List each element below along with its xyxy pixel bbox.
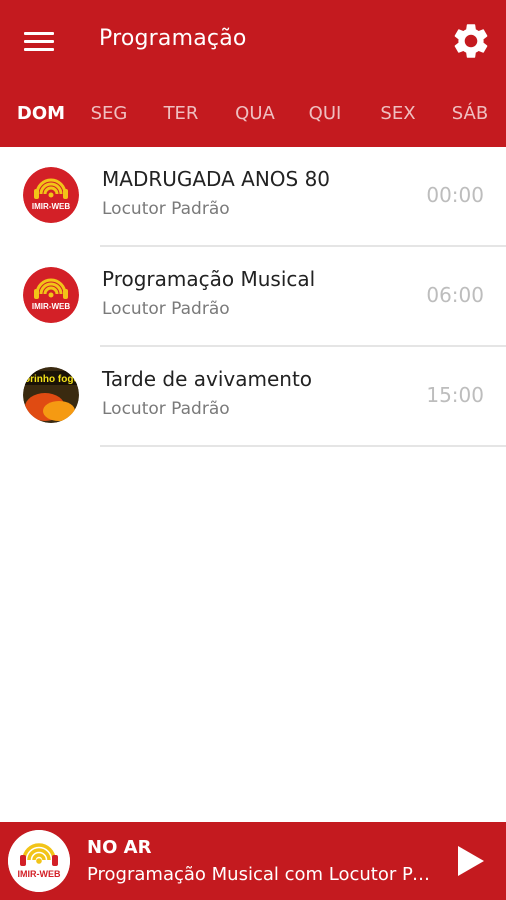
divider bbox=[100, 445, 506, 447]
program-title: Tarde de avivamento bbox=[102, 367, 313, 391]
program-host: Locutor Padrão bbox=[102, 299, 230, 319]
app-screen: Programação DOM SEG TER QUA QUI SEX SÁB bbox=[0, 0, 506, 900]
program-title: MADRUGADA ANOS 80 bbox=[102, 167, 331, 191]
program-host: Locutor Padrão bbox=[102, 399, 230, 419]
program-title: Programação Musical bbox=[102, 267, 316, 291]
page-title: Programação bbox=[99, 26, 247, 51]
list-item[interactable]: corinho fogo Tarde de avivamento Locutor… bbox=[0, 347, 506, 447]
play-icon[interactable] bbox=[452, 842, 488, 880]
tab-ter[interactable]: TER bbox=[164, 90, 199, 138]
now-playing-text: Programação Musical com Locutor Padrão bbox=[87, 864, 432, 885]
tab-seg[interactable]: SEG bbox=[91, 90, 128, 138]
svg-text:IMIR-WEB: IMIR-WEB bbox=[18, 869, 61, 879]
radio-logo-avatar: IMIR-WEB bbox=[23, 267, 79, 323]
tab-sab[interactable]: SÁB bbox=[452, 90, 488, 138]
svg-text:corinho fogo: corinho fogo bbox=[23, 374, 79, 385]
tab-sex[interactable]: SEX bbox=[380, 90, 415, 138]
svg-text:IMIR-WEB: IMIR-WEB bbox=[32, 302, 70, 311]
tab-dom[interactable]: DOM bbox=[17, 90, 65, 138]
now-playing-bar[interactable]: IMIR-WEB NO AR Programação Musical com L… bbox=[0, 822, 506, 900]
program-image-avatar: corinho fogo bbox=[23, 367, 79, 423]
tab-qui[interactable]: QUI bbox=[309, 90, 342, 138]
program-time: 15:00 bbox=[426, 383, 484, 407]
radio-logo-avatar: IMIR-WEB bbox=[23, 167, 79, 223]
radio-logo-avatar: IMIR-WEB bbox=[8, 830, 70, 892]
list-item[interactable]: IMIR-WEB MADRUGADA ANOS 80 Locutor Padrã… bbox=[0, 147, 506, 247]
menu-icon[interactable] bbox=[22, 28, 58, 56]
tab-qua[interactable]: QUA bbox=[235, 90, 275, 138]
program-host: Locutor Padrão bbox=[102, 199, 230, 219]
top-app-bar: Programação DOM SEG TER QUA QUI SEX SÁB bbox=[0, 0, 506, 147]
on-air-label: NO AR bbox=[87, 837, 152, 858]
gear-icon[interactable] bbox=[450, 20, 492, 62]
svg-text:IMIR-WEB: IMIR-WEB bbox=[32, 202, 70, 211]
schedule-list: IMIR-WEB MADRUGADA ANOS 80 Locutor Padrã… bbox=[0, 147, 506, 447]
day-tabs: DOM SEG TER QUA QUI SEX SÁB bbox=[0, 90, 506, 138]
program-time: 00:00 bbox=[426, 183, 484, 207]
program-time: 06:00 bbox=[426, 283, 484, 307]
list-item[interactable]: IMIR-WEB Programação Musical Locutor Pad… bbox=[0, 247, 506, 347]
